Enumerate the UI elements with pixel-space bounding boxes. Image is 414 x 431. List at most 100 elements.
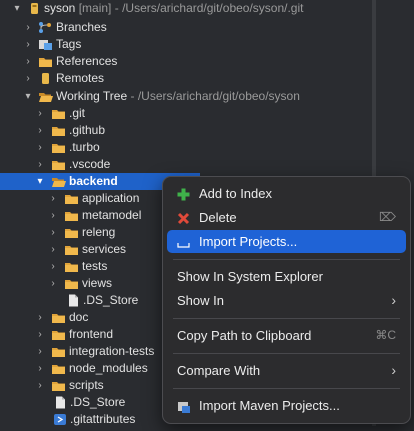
tree-label: .DS_Store: [70, 395, 126, 409]
folder-icon: [64, 260, 79, 273]
chevron-right-icon[interactable]: ›: [48, 224, 58, 241]
menu-item-show-in-system-explorer[interactable]: Show In System Explorer: [167, 265, 406, 288]
tree-label: integration-tests: [69, 344, 155, 358]
folder-icon: [64, 226, 79, 239]
tree-label: .vscode: [69, 157, 111, 171]
chevron-right-icon[interactable]: ›: [35, 309, 45, 326]
chevron-right-icon[interactable]: ›: [23, 36, 33, 53]
chevron-right-icon[interactable]: ›: [35, 122, 45, 139]
file-icon: [53, 396, 68, 409]
folder-icon: [64, 277, 79, 290]
chevron-right-icon[interactable]: ›: [35, 360, 45, 377]
tree-row-branches[interactable]: › Branches: [0, 19, 414, 36]
menu-item-compare-with[interactable]: Compare With ›: [167, 359, 406, 382]
repo-branch: [main]: [78, 1, 112, 15]
tree-row-working-tree[interactable]: ▾ Working Tree - /Users/arichard/git/obe…: [0, 88, 414, 105]
chevron-right-icon[interactable]: ›: [48, 207, 58, 224]
menu-item-copy-path[interactable]: Copy Path to Clipboard ⌘C: [167, 324, 406, 347]
menu-item-label: Add to Index: [199, 186, 272, 201]
tree-label: scripts: [69, 378, 104, 392]
shortcut-label: ⌘C: [375, 328, 396, 342]
menu-separator: [173, 259, 400, 260]
tree-row-remotes[interactable]: › Remotes: [0, 70, 414, 87]
folder-open-icon: [38, 90, 53, 103]
tree-label: application: [82, 191, 140, 205]
tree-label: .github: [69, 123, 106, 137]
chevron-right-icon[interactable]: ›: [48, 241, 58, 258]
import-icon: [176, 234, 191, 249]
menu-item-label: Compare With: [177, 363, 261, 378]
tree-label: views: [82, 276, 113, 290]
branches-icon: [38, 21, 53, 34]
tree-row-tags[interactable]: › Tags: [0, 36, 414, 53]
tree-label: Tags: [56, 37, 82, 51]
repo-path: - /Users/arichard/git/obeo/syson/.git: [114, 1, 304, 15]
menu-item-import-projects[interactable]: Import Projects...: [167, 230, 406, 253]
tree-row-folder[interactable]: › .turbo: [0, 139, 414, 156]
folder-icon: [51, 107, 66, 120]
file-icon: [66, 294, 81, 307]
repo-name: syson: [44, 1, 76, 15]
tree-row-references[interactable]: › References: [0, 53, 414, 70]
folder-open-icon: [51, 175, 66, 188]
chevron-right-icon[interactable]: ›: [35, 326, 45, 343]
tree-label: releng: [82, 225, 116, 239]
tree-label: References: [56, 54, 118, 68]
folder-icon: [51, 141, 66, 154]
folder-icon: [51, 379, 66, 392]
chevron-right-icon[interactable]: ›: [48, 190, 58, 207]
menu-item-delete[interactable]: Delete ⌦: [167, 206, 406, 229]
tree-label: backend: [69, 174, 118, 188]
chevron-right-icon[interactable]: ›: [35, 343, 45, 360]
chevron-right-icon: ›: [391, 292, 396, 308]
menu-item-show-in[interactable]: Show In ›: [167, 289, 406, 312]
chevron-down-icon[interactable]: ▾: [35, 173, 45, 190]
chevron-right-icon[interactable]: ›: [35, 139, 45, 156]
working-tree-path: - /Users/arichard/git/obeo/syson: [130, 89, 300, 103]
menu-separator: [173, 353, 400, 354]
chevron-down-icon[interactable]: ▾: [23, 88, 33, 105]
folder-icon: [51, 328, 66, 341]
chevron-down-icon[interactable]: ▾: [12, 0, 22, 17]
tree-label: .git: [69, 106, 86, 120]
tree-label: .DS_Store: [83, 293, 139, 307]
menu-separator: [173, 388, 400, 389]
tree-row-folder[interactable]: › .vscode: [0, 156, 414, 173]
menu-separator: [173, 318, 400, 319]
chevron-right-icon[interactable]: ›: [35, 156, 45, 173]
menu-item-label: Delete: [199, 210, 237, 225]
tree-label: services: [82, 242, 127, 256]
menu-item-label: Import Maven Projects...: [199, 398, 340, 413]
chevron-right-icon: ›: [391, 362, 396, 378]
menu-item-add-to-index[interactable]: Add to Index: [167, 182, 406, 205]
tree-row-folder[interactable]: › .git: [0, 105, 414, 122]
tree-label: node_modules: [69, 361, 148, 375]
tree-row-repository[interactable]: ▾ syson [main] - /Users/arichard/git/obe…: [0, 0, 414, 17]
tree-row-folder[interactable]: › .github: [0, 122, 414, 139]
chevron-right-icon[interactable]: ›: [23, 19, 33, 36]
delete-key-icon: ⌦: [379, 210, 396, 224]
menu-item-import-maven-projects[interactable]: Import Maven Projects...: [167, 394, 406, 417]
chevron-right-icon[interactable]: ›: [23, 70, 33, 87]
folder-icon: [51, 311, 66, 324]
tags-icon: [38, 38, 53, 51]
add-plus-icon: [176, 186, 191, 201]
tree-label: Branches: [56, 20, 107, 34]
chevron-right-icon[interactable]: ›: [35, 377, 45, 394]
chevron-right-icon[interactable]: ›: [48, 258, 58, 275]
menu-item-label: Copy Path to Clipboard: [177, 328, 312, 343]
folder-icon: [64, 243, 79, 256]
folder-icon: [51, 362, 66, 375]
chevron-right-icon[interactable]: ›: [35, 105, 45, 122]
folder-icon: [38, 55, 53, 68]
tree-label: frontend: [69, 327, 114, 341]
chevron-right-icon[interactable]: ›: [23, 53, 33, 70]
menu-item-label: Import Projects...: [199, 234, 298, 249]
gitattributes-file-icon: [53, 413, 68, 426]
chevron-right-icon[interactable]: ›: [48, 275, 58, 292]
folder-icon: [64, 209, 79, 222]
delete-x-icon: [176, 210, 191, 225]
menu-item-label: Show In: [177, 293, 224, 308]
folder-icon: [51, 124, 66, 137]
tree-label: .turbo: [69, 140, 100, 154]
